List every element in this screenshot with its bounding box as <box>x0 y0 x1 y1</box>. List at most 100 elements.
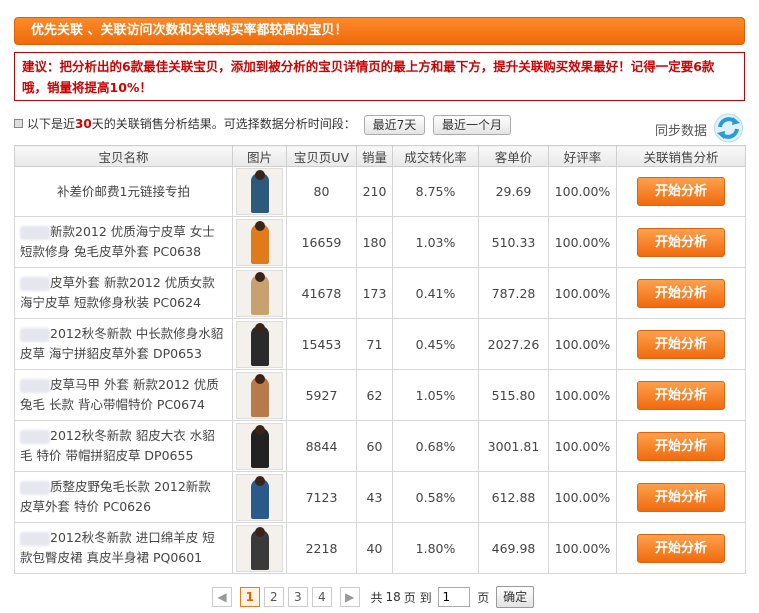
sales-cell: 62 <box>356 369 393 421</box>
product-thumbnail[interactable] <box>236 168 283 215</box>
chevron-left-icon[interactable]: ◀ <box>212 587 232 607</box>
pagination: ◀ 1234 ▶ 共18页 到 页 确定 <box>212 586 535 608</box>
chevron-right-icon[interactable]: ▶ <box>339 587 360 607</box>
uv-cell: 2218 <box>286 522 357 574</box>
product-figure-head <box>255 170 265 180</box>
action-cell: 开始分析 <box>616 522 746 574</box>
uv-cell: 15453 <box>286 318 357 370</box>
sales-cell: 173 <box>356 267 393 319</box>
conversion-cell: 1.05% <box>392 369 479 421</box>
conversion-cell: 0.45% <box>392 318 479 370</box>
action-cell: 开始分析 <box>616 318 746 370</box>
start-analysis-button[interactable]: 开始分析 <box>637 380 725 410</box>
action-cell: 开始分析 <box>616 267 746 319</box>
rating-cell: 100.00% <box>548 471 617 523</box>
product-name-text: 补差价邮费1元链接专拍 <box>57 183 190 199</box>
sales-cell: 71 <box>356 318 393 370</box>
action-cell: 开始分析 <box>616 216 746 268</box>
blurred-shop-name <box>20 429 50 444</box>
blurred-shop-name <box>20 327 50 342</box>
price-cell: 29.69 <box>478 166 549 217</box>
conversion-cell: 0.41% <box>392 267 479 319</box>
product-name[interactable]: 新款2012 优质海宁皮草 女士 短款修身 兔毛皮草外套 PC0638 <box>14 216 233 268</box>
col-action: 关联销售分析 <box>616 145 746 167</box>
product-thumbnail[interactable] <box>236 473 283 521</box>
product-image-cell <box>232 369 287 421</box>
product-name[interactable]: 2012秋冬新款 中长款修身水貂皮草 海宁拼貂皮草外套 DP0653 <box>14 318 233 370</box>
table-row: 皮草外套 新款2012 优质女款 海宁皮草 短款修身秋装 PC0624 41678… <box>14 267 746 319</box>
page-unit: 页 <box>477 590 490 605</box>
blurred-shop-name <box>20 276 50 291</box>
start-analysis-button[interactable]: 开始分析 <box>637 278 725 308</box>
col-rating: 好评率 <box>548 145 617 167</box>
product-name-text: 2012秋冬新款 中长款修身水貂皮草 海宁拼貂皮草外套 DP0653 <box>20 326 224 361</box>
rating-cell: 100.00% <box>548 267 617 319</box>
table-row: 2012秋冬新款 貂皮大衣 水貂毛 特价 带帽拼貂皮草 DP0655 8844 60… <box>14 420 746 472</box>
price-cell: 2027.26 <box>478 318 549 370</box>
table-row: 补差价邮费1元链接专拍 80 210 8.75% 29.69 100.00% 开始分析 <box>14 166 746 217</box>
price-cell: 3001.81 <box>478 420 549 472</box>
product-name[interactable]: 2012秋冬新款 进口绵羊皮 短款包臀皮裙 真皮半身裙 PQ0601 <box>14 522 233 574</box>
square-bullet-icon <box>14 119 23 128</box>
table-row: 皮草马甲 外套 新款2012 优质兔毛 长款 背心带帽特价 PC0674 5927… <box>14 369 746 421</box>
product-thumbnail[interactable] <box>236 218 283 266</box>
product-thumbnail[interactable] <box>236 269 283 317</box>
price-cell: 510.33 <box>478 216 549 268</box>
rating-cell: 100.00% <box>548 166 617 217</box>
action-cell: 开始分析 <box>616 420 746 472</box>
action-cell: 开始分析 <box>616 166 746 217</box>
uv-cell: 16659 <box>286 216 357 268</box>
sales-cell: 43 <box>356 471 393 523</box>
sales-cell: 210 <box>356 166 393 217</box>
info-prefix: 以下是近 <box>27 117 76 131</box>
sales-cell: 40 <box>356 522 393 574</box>
product-figure-head <box>255 322 265 333</box>
product-name[interactable]: 补差价邮费1元链接专拍 <box>14 166 233 217</box>
advice-box: 建议：把分析出的6款最佳关联宝贝，添加到被分析的宝贝详情页的最上方和最下方，提升… <box>14 52 745 101</box>
col-price: 客单价 <box>478 145 549 167</box>
info-days: 30 <box>75 117 92 131</box>
product-figure-head <box>255 373 265 384</box>
conversion-cell: 8.75% <box>392 166 479 217</box>
refresh-icon[interactable] <box>712 113 745 143</box>
col-sales: 销量 <box>356 145 393 167</box>
product-thumbnail[interactable] <box>236 371 283 419</box>
uv-cell: 5927 <box>286 369 357 421</box>
conversion-cell: 0.58% <box>392 471 479 523</box>
last-month-button[interactable]: 最近一个月 <box>433 114 512 135</box>
product-thumbnail[interactable] <box>236 524 283 572</box>
product-figure-head <box>255 424 265 435</box>
rating-cell: 100.00% <box>548 216 617 268</box>
conversion-cell: 1.80% <box>392 522 479 574</box>
sync-data-label: 同步数据 <box>655 124 708 139</box>
start-analysis-button[interactable]: 开始分析 <box>637 177 725 206</box>
page-3-button[interactable]: 3 <box>287 587 308 607</box>
product-image-cell <box>232 166 287 217</box>
table-header-row: 宝贝名称 图片 宝贝页UV 销量 成交转化率 客单价 好评率 关联销售分析 <box>14 145 746 167</box>
price-cell: 469.98 <box>478 522 549 574</box>
product-thumbnail[interactable] <box>236 422 283 470</box>
product-thumbnail[interactable] <box>236 320 283 368</box>
product-figure-head <box>255 526 265 537</box>
confirm-button[interactable]: 确定 <box>496 586 535 608</box>
last-7-days-button[interactable]: 最近7天 <box>363 114 426 135</box>
start-analysis-button[interactable]: 开始分析 <box>637 329 725 359</box>
uv-cell: 8844 <box>286 420 357 472</box>
page-2-button[interactable]: 2 <box>263 587 284 607</box>
start-analysis-button[interactable]: 开始分析 <box>637 482 725 512</box>
start-analysis-button[interactable]: 开始分析 <box>637 533 725 563</box>
start-analysis-button[interactable]: 开始分析 <box>637 431 725 461</box>
rating-cell: 100.00% <box>548 318 617 370</box>
page-1-button[interactable]: 1 <box>239 587 260 607</box>
product-name[interactable]: 2012秋冬新款 貂皮大衣 水貂毛 特价 带帽拼貂皮草 DP0655 <box>14 420 233 472</box>
page-4-button[interactable]: 4 <box>311 587 332 607</box>
total-pages: 18 <box>385 590 401 604</box>
product-name[interactable]: 质整皮野兔毛长款 2012新款 皮草外套 特价 PC0626 <box>14 471 233 523</box>
rating-cell: 100.00% <box>548 369 617 421</box>
rating-cell: 100.00% <box>548 420 617 472</box>
col-image: 图片 <box>232 145 287 167</box>
start-analysis-button[interactable]: 开始分析 <box>637 227 725 257</box>
product-name[interactable]: 皮草外套 新款2012 优质女款 海宁皮草 短款修身秋装 PC0624 <box>14 267 233 319</box>
goto-page-input[interactable] <box>438 587 471 607</box>
product-name[interactable]: 皮草马甲 外套 新款2012 优质兔毛 长款 背心带帽特价 PC0674 <box>14 369 233 421</box>
